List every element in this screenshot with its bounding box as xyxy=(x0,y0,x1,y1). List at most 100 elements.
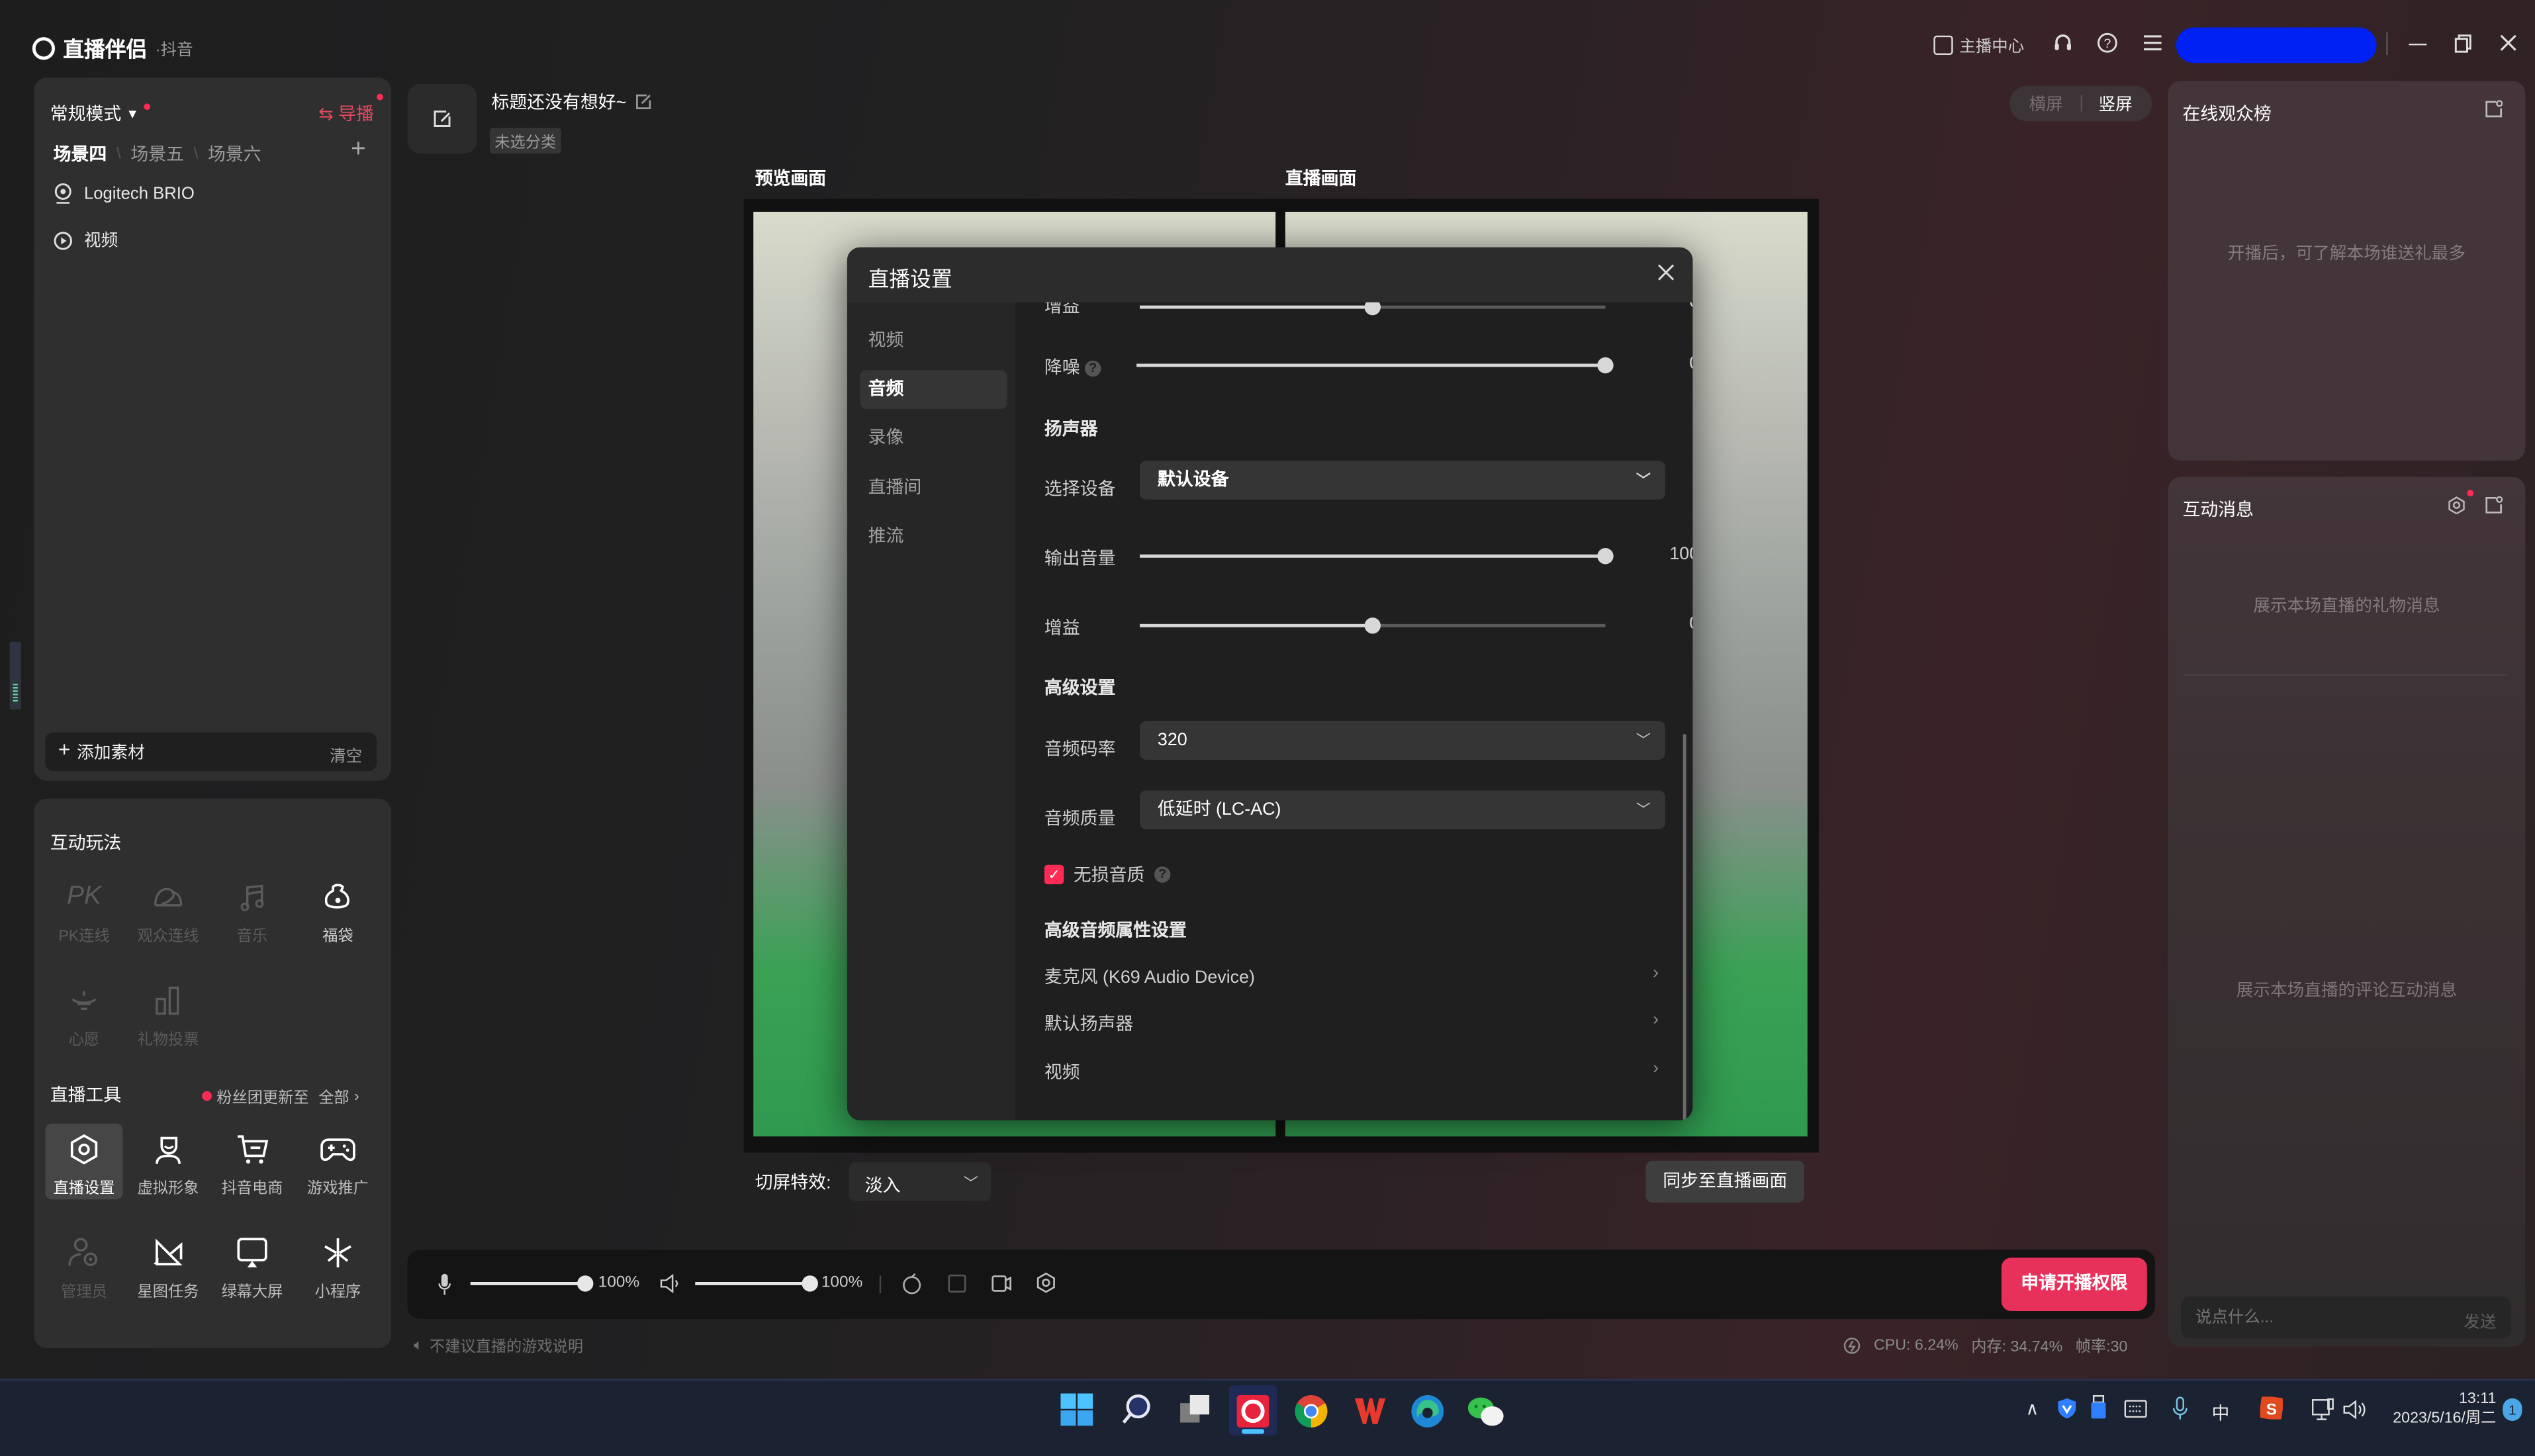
microphone-tray-icon[interactable] xyxy=(2172,1396,2188,1421)
portrait-option[interactable]: 竖屏 xyxy=(2098,92,2132,116)
mic-gain-slider[interactable] xyxy=(1140,302,1606,316)
tool-pk[interactable]: PK PK连线 xyxy=(48,878,119,946)
live-companion-icon[interactable] xyxy=(1235,1394,1271,1430)
keyboard-icon[interactable] xyxy=(2124,1400,2147,1418)
network-icon[interactable] xyxy=(2311,1398,2334,1421)
game-notice-link[interactable]: 🔈︎ 不建议直播的游戏说明 xyxy=(414,1334,583,1357)
volume-icon[interactable] xyxy=(2342,1400,2366,1420)
microphone-icon[interactable] xyxy=(438,1273,451,1295)
nav-video[interactable]: 视频 xyxy=(860,322,1007,361)
tool-music[interactable]: 音乐 xyxy=(216,878,287,946)
wechat-icon[interactable] xyxy=(1466,1394,1504,1430)
tool-green-screen[interactable]: 绿幕大屏 xyxy=(216,1234,287,1301)
director-button[interactable]: ⇆ 导播 xyxy=(318,100,374,126)
tray-overflow-icon[interactable]: ∧ xyxy=(2026,1398,2039,1419)
task-view-icon[interactable] xyxy=(1179,1394,1215,1430)
output-volume-slider[interactable] xyxy=(1140,548,1614,565)
nav-live-room[interactable]: 直播间 xyxy=(860,469,1007,508)
source-item[interactable]: 视频 xyxy=(54,228,118,252)
noise-reduction-slider[interactable] xyxy=(1136,357,1614,374)
help-icon[interactable]: ? xyxy=(1084,360,1101,377)
quality-select[interactable]: 低延时 (LC-AC) ﹀ xyxy=(1140,790,1665,830)
tool-avatar[interactable]: 虚拟形象 xyxy=(132,1130,203,1198)
chrome-icon[interactable] xyxy=(1293,1394,1329,1430)
dialog-scrollbar[interactable] xyxy=(1682,733,1686,1120)
tool-game-promo[interactable]: 游戏推广 xyxy=(302,1130,373,1198)
stream-title[interactable]: 标题还没有想好~ xyxy=(492,89,653,114)
start-icon[interactable] xyxy=(1060,1393,1096,1430)
tool-mini-program[interactable]: 小程序 xyxy=(302,1234,373,1301)
slider-handle[interactable] xyxy=(802,1275,818,1292)
camera-icon[interactable] xyxy=(991,1274,1012,1293)
settings-icon[interactable] xyxy=(2448,496,2466,514)
add-material-button[interactable]: + 添加素材 xyxy=(58,739,145,765)
slider-handle[interactable] xyxy=(1364,302,1381,316)
send-button[interactable]: 发送 xyxy=(2464,1308,2497,1332)
tool-ecommerce[interactable]: 抖音电商 xyxy=(216,1130,287,1198)
help-icon[interactable]: ? xyxy=(1154,866,1171,883)
comment-input[interactable] xyxy=(2181,1296,2440,1339)
dialog-close-button[interactable] xyxy=(1657,263,1675,281)
tool-admin[interactable]: 管理员 xyxy=(48,1234,119,1301)
help-icon[interactable]: ? xyxy=(2097,32,2118,54)
minimize-button[interactable] xyxy=(2409,43,2427,46)
popout-icon[interactable] xyxy=(2485,496,2503,514)
tool-gift-vote[interactable]: 礼物投票 xyxy=(132,981,203,1049)
wps-icon[interactable] xyxy=(1352,1394,1387,1430)
source-item[interactable]: Logitech BRIO xyxy=(54,183,195,204)
edge-icon[interactable] xyxy=(1410,1394,1446,1430)
search-icon[interactable] xyxy=(1121,1394,1156,1430)
notification-badge[interactable]: 1 xyxy=(2503,1398,2522,1422)
tool-live-settings[interactable]: 直播设置 xyxy=(48,1130,119,1198)
apply-live-permission-button[interactable]: 申请开播权限 xyxy=(2001,1257,2147,1311)
fan-club-notice[interactable]: 粉丝团更新至 全部 › xyxy=(202,1085,359,1107)
menu-icon[interactable] xyxy=(2143,34,2162,52)
scene-tab[interactable]: 场景四 xyxy=(54,141,107,167)
landscape-option[interactable]: 横屏 xyxy=(2029,92,2062,116)
tool-audience-link[interactable]: 观众连线 xyxy=(132,878,203,946)
slider-handle[interactable] xyxy=(1597,357,1614,374)
ime-indicator[interactable]: 中 xyxy=(2211,1400,2229,1426)
add-scene-button[interactable]: + xyxy=(351,136,366,165)
bitrate-select[interactable]: 320 ﹀ xyxy=(1140,721,1665,760)
video-link[interactable]: 视频 › xyxy=(1044,1059,1659,1085)
performance-icon[interactable] xyxy=(1843,1336,1861,1354)
scene-tab[interactable]: 场景六 xyxy=(208,141,261,167)
speaker-gain-slider[interactable] xyxy=(1140,617,1606,634)
restore-button[interactable] xyxy=(2454,34,2473,53)
security-shield-icon[interactable] xyxy=(2056,1396,2078,1419)
headset-icon[interactable] xyxy=(2053,32,2072,54)
nav-streaming[interactable]: 推流 xyxy=(860,518,1007,557)
clip-icon[interactable] xyxy=(947,1274,966,1293)
slider-handle[interactable] xyxy=(1364,617,1381,634)
nav-audio[interactable]: 音频 xyxy=(860,370,1007,409)
slider-handle[interactable] xyxy=(1597,548,1614,565)
slider-handle[interactable] xyxy=(577,1275,594,1292)
device-select[interactable]: 默认设备 ﹀ xyxy=(1140,461,1665,500)
tool-wish[interactable]: 心愿 xyxy=(48,981,119,1049)
clock[interactable]: 13:11 2023/5/16/周二 xyxy=(2383,1390,2496,1430)
replay-icon[interactable] xyxy=(902,1272,921,1295)
sync-to-live-button[interactable]: 同步至直播画面 xyxy=(1645,1160,1804,1203)
tool-lucky-bag[interactable]: 福袋 xyxy=(302,878,373,946)
settings-icon[interactable] xyxy=(1037,1272,1056,1293)
clear-button[interactable]: 清空 xyxy=(330,742,362,766)
mode-selector[interactable]: 常规模式 ▼ xyxy=(50,100,150,126)
cover-edit-button[interactable] xyxy=(407,84,477,154)
tool-star-task[interactable]: 星图任务 xyxy=(132,1234,203,1301)
speaker-icon[interactable] xyxy=(660,1273,679,1294)
speaker-volume-slider[interactable] xyxy=(695,1275,818,1292)
close-button[interactable] xyxy=(2499,34,2517,52)
mic-device-link[interactable]: 麦克风 (K69 Audio Device) › xyxy=(1044,964,1659,989)
mic-volume-slider[interactable] xyxy=(470,1275,594,1292)
anchor-center-link[interactable]: 主播中心 xyxy=(1933,32,2024,56)
scene-tab[interactable]: 场景五 xyxy=(130,141,184,167)
user-account-button[interactable] xyxy=(2176,27,2377,64)
default-speaker-link[interactable]: 默认扬声器 › xyxy=(1044,1011,1659,1036)
usb-icon[interactable] xyxy=(2089,1394,2108,1421)
nav-recording[interactable]: 录像 xyxy=(860,419,1007,458)
lossless-checkbox[interactable]: ✓ xyxy=(1044,864,1064,885)
transition-select[interactable]: 淡入 ﹀ xyxy=(849,1162,991,1201)
popout-icon[interactable] xyxy=(2485,100,2503,118)
sogou-ime-icon[interactable]: S xyxy=(2260,1396,2283,1420)
